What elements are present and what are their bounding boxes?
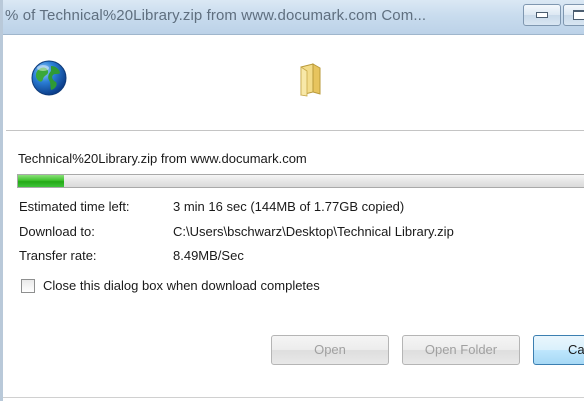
download-dialog: % of Technical%20Library.zip from www.do… xyxy=(0,0,584,401)
download-progress-bar xyxy=(17,174,584,188)
minimize-icon xyxy=(536,12,548,18)
estimated-time-value: 3 min 16 sec (144MB of 1.77GB copied) xyxy=(173,199,405,214)
maximize-icon xyxy=(573,10,584,20)
globe-icon xyxy=(31,60,67,96)
title-bar[interactable]: % of Technical%20Library.zip from www.do… xyxy=(3,0,584,35)
progress-fill xyxy=(18,175,65,187)
open-folder-button[interactable]: Open Folder xyxy=(402,335,520,365)
minimize-button[interactable] xyxy=(523,4,561,26)
window-title: % of Technical%20Library.zip from www.do… xyxy=(5,7,427,24)
transfer-rate-label: Transfer rate: xyxy=(19,248,97,263)
close-when-complete-checkbox[interactable] xyxy=(21,279,35,293)
close-when-complete-label[interactable]: Close this dialog box when download comp… xyxy=(43,278,320,293)
folder-icon xyxy=(300,63,321,97)
download-to-label: Download to: xyxy=(19,224,95,239)
maximize-button[interactable] xyxy=(563,4,584,26)
bottom-border xyxy=(3,397,584,398)
download-source-label: Technical%20Library.zip from www.documar… xyxy=(18,151,307,166)
estimated-time-label: Estimated time left: xyxy=(19,199,130,214)
open-button[interactable]: Open xyxy=(271,335,389,365)
cancel-button[interactable]: Ca xyxy=(533,335,584,365)
transfer-rate-value: 8.49MB/Sec xyxy=(173,248,244,263)
download-to-value: C:\Users\bschwarz\Desktop\Technical Libr… xyxy=(173,224,454,239)
separator xyxy=(6,130,584,132)
